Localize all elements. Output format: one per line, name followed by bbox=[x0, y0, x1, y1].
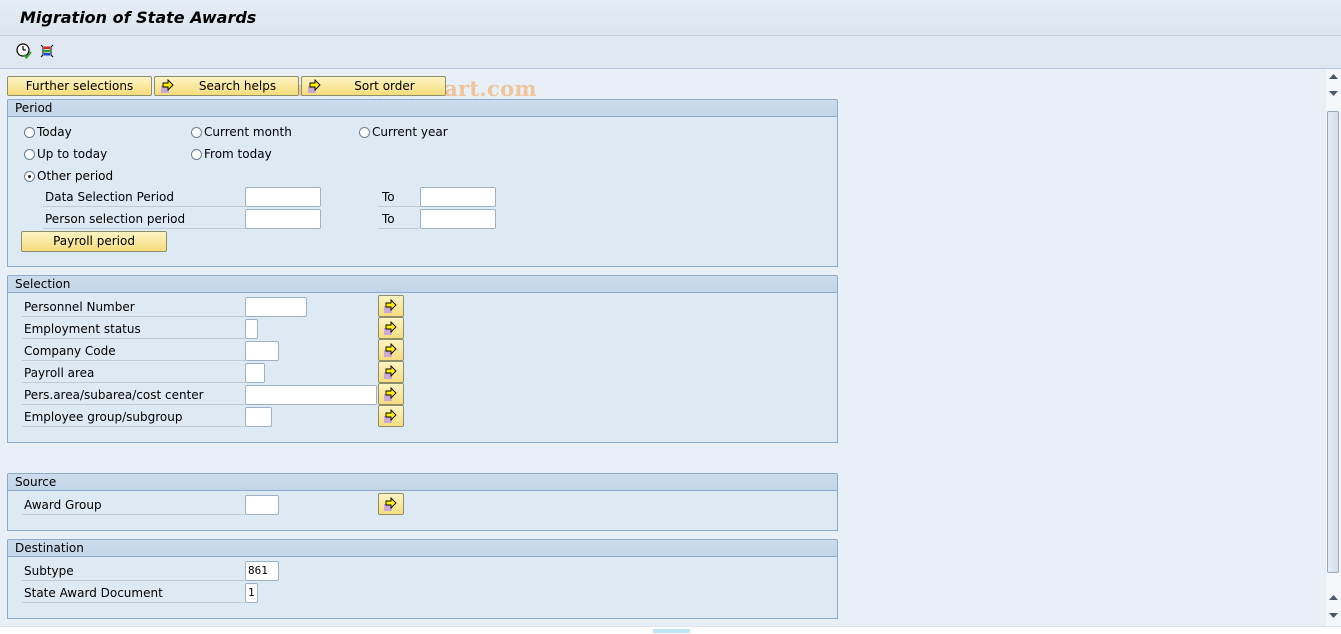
selection-screen-variant-icon[interactable] bbox=[38, 42, 56, 60]
radio-button-icon bbox=[24, 127, 35, 138]
employment-status-label: Employment status bbox=[22, 319, 245, 339]
data-selection-period-to-input[interactable] bbox=[420, 187, 496, 207]
arrow-right-icon bbox=[384, 364, 397, 379]
payroll-area-input[interactable] bbox=[245, 363, 265, 383]
selection-screen: Further selections Search helps Sort ord… bbox=[0, 69, 1326, 626]
search-helps-label: Search helps bbox=[198, 79, 277, 93]
radio-label: Today bbox=[37, 125, 72, 139]
state-award-document-input[interactable]: 1 bbox=[245, 583, 258, 603]
vertical-scrollbar[interactable] bbox=[1326, 69, 1341, 626]
radio-other-period[interactable]: Other period bbox=[24, 167, 113, 185]
radio-button-selected-icon bbox=[24, 171, 35, 182]
arrow-right-icon bbox=[308, 78, 321, 93]
radio-label: Current year bbox=[372, 125, 448, 139]
payroll-area-label: Payroll area bbox=[22, 363, 245, 383]
company-code-multiple-selection-button[interactable] bbox=[378, 339, 404, 361]
person-selection-period-to-input[interactable] bbox=[420, 209, 496, 229]
personnel-number-multiple-selection-button[interactable] bbox=[378, 295, 404, 317]
selection-group: Selection Personnel Number Employment st… bbox=[7, 275, 838, 443]
scroll-page-up-icon[interactable] bbox=[1328, 592, 1339, 604]
person-selection-period-from-input[interactable] bbox=[245, 209, 321, 229]
data-selection-period-from-input[interactable] bbox=[245, 187, 321, 207]
further-selections-label: Further selections bbox=[25, 79, 134, 93]
period-group-title: Period bbox=[8, 100, 837, 117]
state-award-document-label: State Award Document bbox=[22, 583, 245, 603]
pers-area-subarea-cost-center-label: Pers.area/subarea/cost center bbox=[22, 385, 245, 405]
arrow-right-icon bbox=[384, 386, 397, 401]
arrow-right-icon bbox=[384, 496, 397, 511]
radio-label: Current month bbox=[204, 125, 292, 139]
pers-area-subarea-cost-center-input[interactable] bbox=[245, 385, 377, 405]
payroll-area-multiple-selection-button[interactable] bbox=[378, 361, 404, 383]
radio-label: Other period bbox=[37, 169, 114, 183]
radio-button-icon bbox=[191, 127, 202, 138]
application-toolbar: © www.tutorialkart.com bbox=[0, 36, 1341, 101]
scrollbar-thumb[interactable] bbox=[1327, 111, 1339, 573]
destination-group: Destination Subtype 861 State Award Docu… bbox=[7, 539, 838, 619]
employment-status-multiple-selection-button[interactable] bbox=[378, 317, 404, 339]
award-group-label: Award Group bbox=[22, 495, 245, 515]
award-group-input[interactable] bbox=[245, 495, 279, 515]
title-bar: Migration of State Awards bbox=[0, 0, 1341, 36]
period-group: Period Today Current month Current year … bbox=[7, 99, 838, 267]
arrow-right-icon bbox=[384, 408, 397, 423]
selection-group-title: Selection bbox=[8, 276, 837, 293]
personnel-number-input[interactable] bbox=[245, 297, 307, 317]
radio-button-icon bbox=[359, 127, 370, 138]
radio-from-today[interactable]: From today bbox=[191, 145, 272, 163]
company-code-label: Company Code bbox=[22, 341, 245, 361]
sort-order-button[interactable]: Sort order bbox=[301, 76, 446, 96]
arrow-right-icon bbox=[384, 298, 397, 313]
radio-current-month[interactable]: Current month bbox=[191, 123, 292, 141]
search-helps-button[interactable]: Search helps bbox=[154, 76, 299, 96]
radio-button-icon bbox=[191, 149, 202, 160]
payroll-period-button[interactable]: Payroll period bbox=[21, 231, 167, 252]
scroll-down-icon[interactable] bbox=[1328, 87, 1339, 99]
payroll-period-label: Payroll period bbox=[53, 234, 135, 248]
scroll-up-icon[interactable] bbox=[1328, 71, 1339, 83]
data-selection-period-label: Data Selection Period bbox=[43, 187, 245, 207]
company-code-input[interactable] bbox=[245, 341, 279, 361]
arrow-right-icon bbox=[384, 342, 397, 357]
subtype-label: Subtype bbox=[22, 561, 245, 581]
scroll-page-down-icon[interactable] bbox=[1328, 609, 1339, 621]
data-selection-period-to-label: To bbox=[378, 187, 420, 207]
subtype-input[interactable]: 861 bbox=[245, 561, 279, 581]
radio-button-icon bbox=[24, 149, 35, 160]
status-indicator bbox=[653, 629, 690, 633]
source-group-title: Source bbox=[8, 474, 837, 491]
page-title: Migration of State Awards bbox=[20, 8, 257, 27]
radio-up-to-today[interactable]: Up to today bbox=[24, 145, 107, 163]
further-selections-button[interactable]: Further selections bbox=[7, 76, 152, 96]
personnel-number-label: Personnel Number bbox=[22, 297, 245, 317]
person-selection-period-to-label: To bbox=[378, 209, 420, 229]
employee-group-subgroup-label: Employee group/subgroup bbox=[22, 407, 245, 427]
execute-clock-icon[interactable] bbox=[15, 42, 33, 60]
person-selection-period-label: Person selection period bbox=[43, 209, 245, 229]
award-group-multiple-selection-button[interactable] bbox=[378, 493, 404, 515]
destination-group-title: Destination bbox=[8, 540, 837, 557]
employee-group-multiple-selection-button[interactable] bbox=[378, 405, 404, 427]
source-group: Source Award Group bbox=[7, 473, 838, 531]
sort-order-label: Sort order bbox=[354, 79, 415, 93]
radio-today[interactable]: Today bbox=[24, 123, 72, 141]
pers-area-multiple-selection-button[interactable] bbox=[378, 383, 404, 405]
radio-label: Up to today bbox=[37, 147, 108, 161]
radio-current-year[interactable]: Current year bbox=[359, 123, 448, 141]
employment-status-input[interactable] bbox=[245, 319, 258, 339]
arrow-right-icon bbox=[161, 78, 174, 93]
employee-group-subgroup-input[interactable] bbox=[245, 407, 272, 427]
radio-label: From today bbox=[204, 147, 272, 161]
arrow-right-icon bbox=[384, 320, 397, 335]
